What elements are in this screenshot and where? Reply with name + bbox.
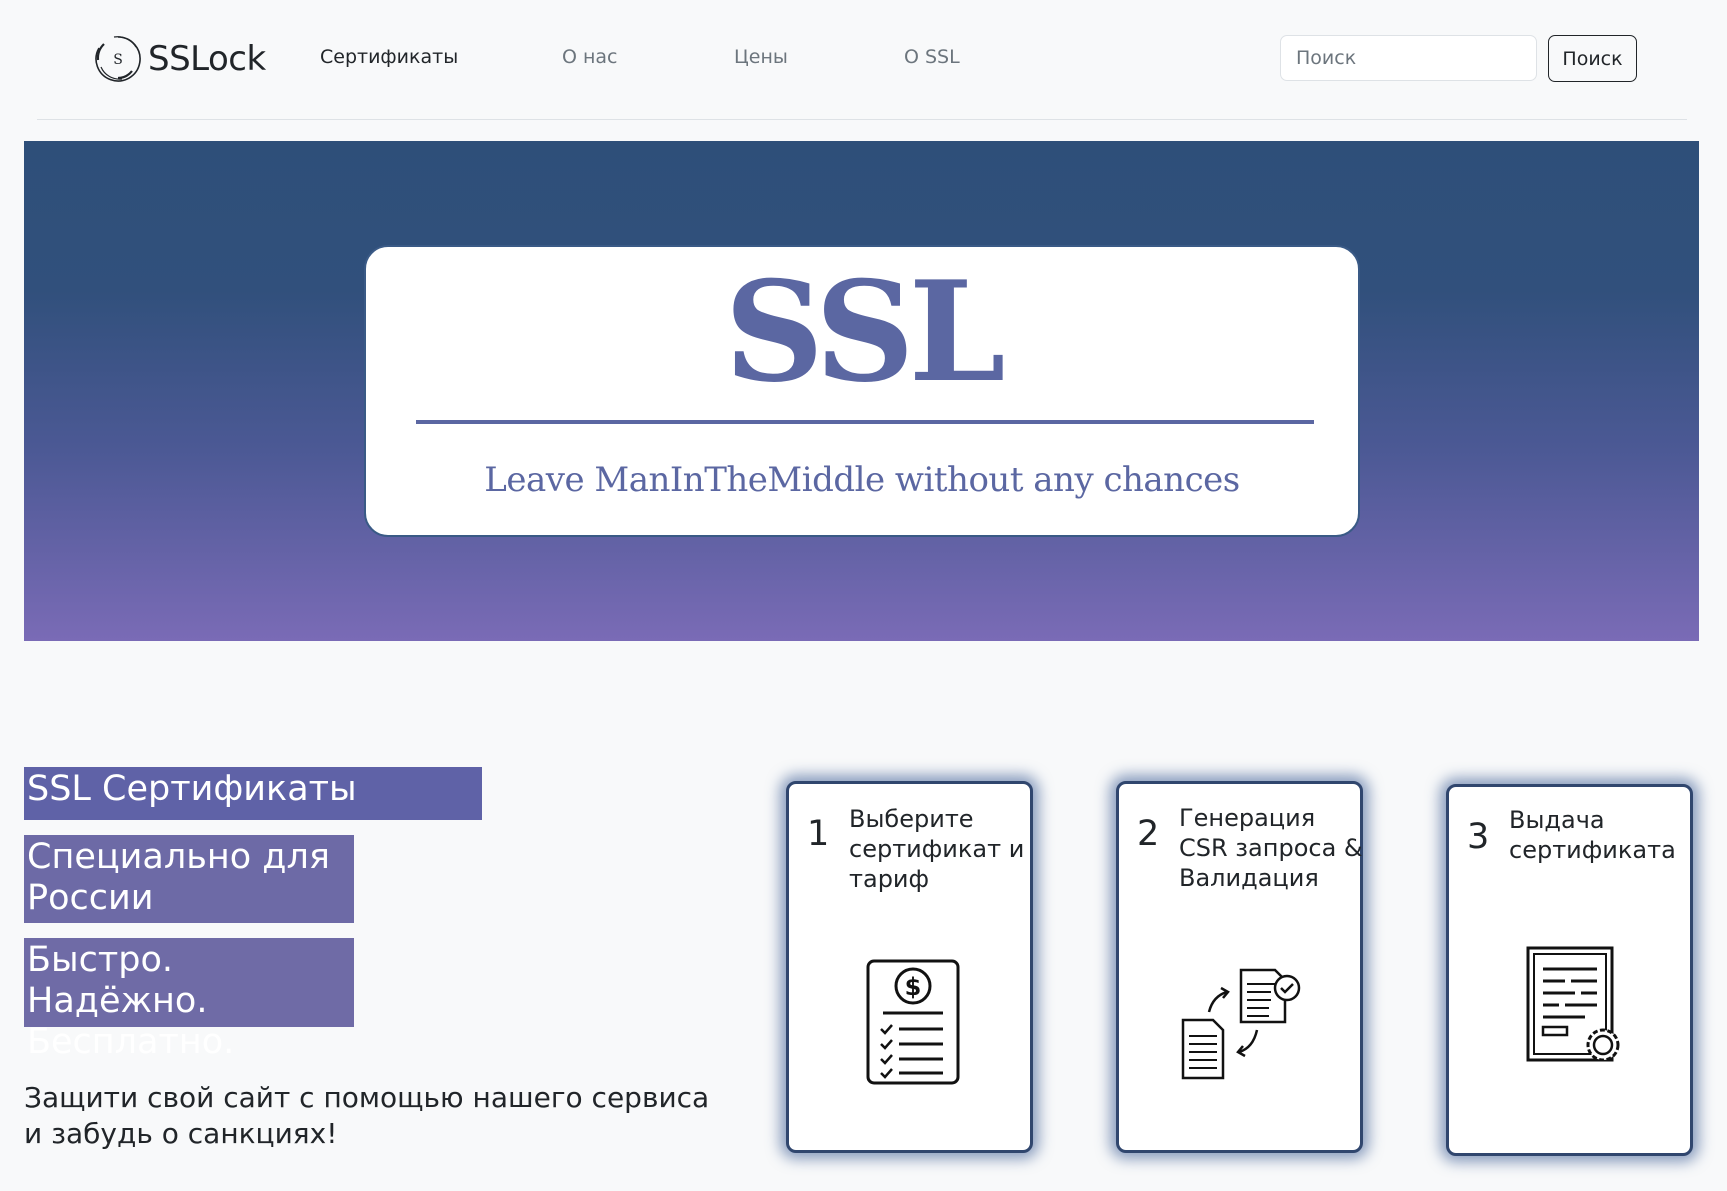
nav-divider xyxy=(37,119,1687,120)
step-number: 3 xyxy=(1467,817,1490,857)
brand-name: SSLock xyxy=(148,39,266,79)
price-list-icon: $ xyxy=(866,959,960,1085)
brand-logo-letter: S xyxy=(113,52,123,68)
hero-banner: SSL Leave ManInTheMiddle without any cha… xyxy=(24,141,1699,641)
intro-badge-ssl-certificates: SSL Сертификаты xyxy=(24,767,482,820)
document-exchange-icon xyxy=(1181,968,1301,1080)
intro-badge-for-russia: Специально для России xyxy=(24,835,354,923)
brand-logo-icon: S xyxy=(95,36,141,82)
step-card-2[interactable]: 2 Генерация CSR запроса & Валидация xyxy=(1116,781,1363,1153)
intro-lead-text: Защити свой сайт с помощью нашего сервис… xyxy=(24,1081,710,1150)
svg-text:$: $ xyxy=(905,973,922,1001)
step-label: Выберите сертификат и тариф xyxy=(849,805,1025,893)
step-label: Генерация CSR запроса & Валидация xyxy=(1179,804,1363,892)
nav-link-about-ssl[interactable]: О SSL xyxy=(904,46,960,68)
nav-link-prices[interactable]: Цены xyxy=(734,46,788,68)
search-button[interactable]: Поиск xyxy=(1548,35,1637,82)
search-input[interactable] xyxy=(1280,35,1537,81)
step-number: 2 xyxy=(1137,814,1160,854)
nav-link-about[interactable]: О нас xyxy=(562,46,618,68)
intro-badge-fast-reliable-free: Быстро. Надёжно. Бесплатно. xyxy=(24,938,354,1062)
hero-divider xyxy=(416,420,1314,424)
navbar: S SSLock Сертификаты О нас Цены О SSL По… xyxy=(0,0,1727,118)
step-card-3[interactable]: 3 Выдача сертификата xyxy=(1446,784,1693,1156)
nav-link-certificates[interactable]: Сертификаты xyxy=(320,46,458,68)
certificate-icon xyxy=(1526,946,1620,1062)
step-label: Выдача сертификата xyxy=(1509,806,1676,864)
hero-tagline: Leave ManInTheMiddle without any chances xyxy=(484,460,1240,500)
step-number: 1 xyxy=(807,814,830,854)
step-card-1[interactable]: 1 Выберите сертификат и тариф $ xyxy=(786,781,1033,1153)
brand-link[interactable]: S SSLock xyxy=(92,32,266,86)
hero-card: SSL Leave ManInTheMiddle without any cha… xyxy=(364,245,1360,537)
hero-title: SSL xyxy=(724,250,1005,413)
